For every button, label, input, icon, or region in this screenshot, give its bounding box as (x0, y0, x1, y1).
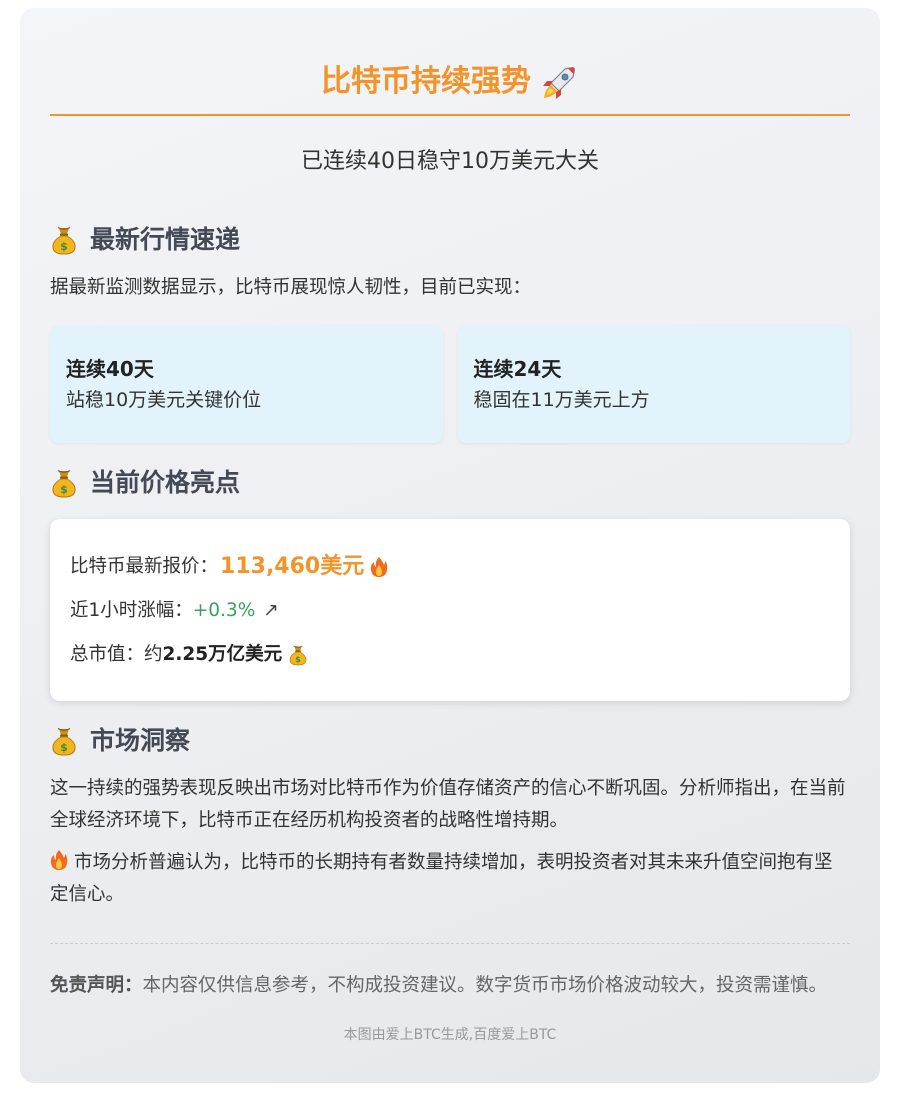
stat-card: 连续24天 稳固在11万美元上方 (457, 326, 850, 443)
insight-paragraph-2: 市场分析普遍认为，比特币的长期持有者数量持续增加，表明投资者对其未来升值空间抱有… (50, 847, 850, 911)
stat-row: 连续40天 站稳10万美元关键价位 连续24天 稳固在11万美元上方 (50, 326, 850, 443)
stat-description: 站稳10万美元关键价位 (66, 389, 262, 411)
section-heading-text: 市场洞察 (90, 726, 191, 755)
market-cap-line: 总市值：约 2.25万亿美元 (70, 639, 830, 671)
fire-icon (50, 849, 68, 871)
money-bag-icon (50, 726, 78, 756)
section-heading-price: 当前价格亮点 (50, 465, 850, 501)
disclaimer: 免责声明：本内容仅供信息参考，不构成投资建议。数字货币市场价格波动较大，投资需谨… (50, 970, 850, 1002)
up-arrow-icon: ↗ (263, 600, 279, 621)
market-cap-value: 2.25万亿美元 (162, 644, 283, 665)
footer-credit: 本图由爱上BTC生成,百度爱上BTC (343, 1027, 557, 1043)
page-title: 比特币持续强势 (321, 64, 579, 99)
title-section: 比特币持续强势 (50, 60, 850, 116)
divider (50, 943, 850, 944)
stat-card: 连续40天 站稳10万美元关键价位 (50, 326, 443, 443)
latest-price-label: 比特币最新报价： (70, 556, 219, 577)
money-bag-icon (288, 644, 308, 666)
money-bag-icon (50, 225, 78, 255)
content-card: 比特币持续强势 已连续40日稳守10万美元大关 最新行情速递 据最新监测数据显示… (20, 8, 880, 1083)
disclaimer-label: 免责声明： (50, 975, 143, 996)
fire-icon (370, 556, 388, 578)
money-bag-icon (50, 468, 78, 498)
section-heading-text: 当前价格亮点 (90, 468, 241, 497)
section-heading-text: 最新行情速递 (90, 225, 241, 254)
market-intro: 据最新监测数据显示，比特币展现惊人韧性，目前已实现： (50, 277, 532, 298)
price-card: 比特币最新报价： 113,460美元 近1小时涨幅： +0.3% ↗ 总市值：约… (50, 519, 850, 701)
stat-title: 连续40天 (66, 357, 154, 381)
latest-price-line: 比特币最新报价： 113,460美元 (70, 551, 830, 583)
section-heading-market: 最新行情速递 (50, 222, 850, 258)
stat-description: 稳固在11万美元上方 (473, 389, 650, 411)
stat-title: 连续24天 (473, 357, 562, 381)
rocket-icon (543, 66, 575, 99)
change-label: 近1小时涨幅： (70, 600, 193, 621)
change-value: +0.3% (192, 600, 256, 621)
change-line: 近1小时涨幅： +0.3% ↗ (70, 595, 830, 627)
insight-paragraph-1: 这一持续的强势表现反映出市场对比特币作为价值存储资产的信心不断巩固。分析师指出，… (50, 778, 846, 831)
market-cap-label: 总市值：约 (70, 644, 163, 665)
insight-paragraph-2-text: 市场分析普遍认为，比特币的长期持有者数量持续增加，表明投资者对其未来升值空间抱有… (50, 852, 833, 905)
subtitle: 已连续40日稳守10万美元大关 (301, 149, 599, 174)
section-heading-insight: 市场洞察 (50, 723, 850, 759)
latest-price-value: 113,460美元 (220, 554, 365, 579)
disclaimer-text: 本内容仅供信息参考，不构成投资建议。数字货币市场价格波动较大，投资需谨慎。 (142, 975, 828, 996)
